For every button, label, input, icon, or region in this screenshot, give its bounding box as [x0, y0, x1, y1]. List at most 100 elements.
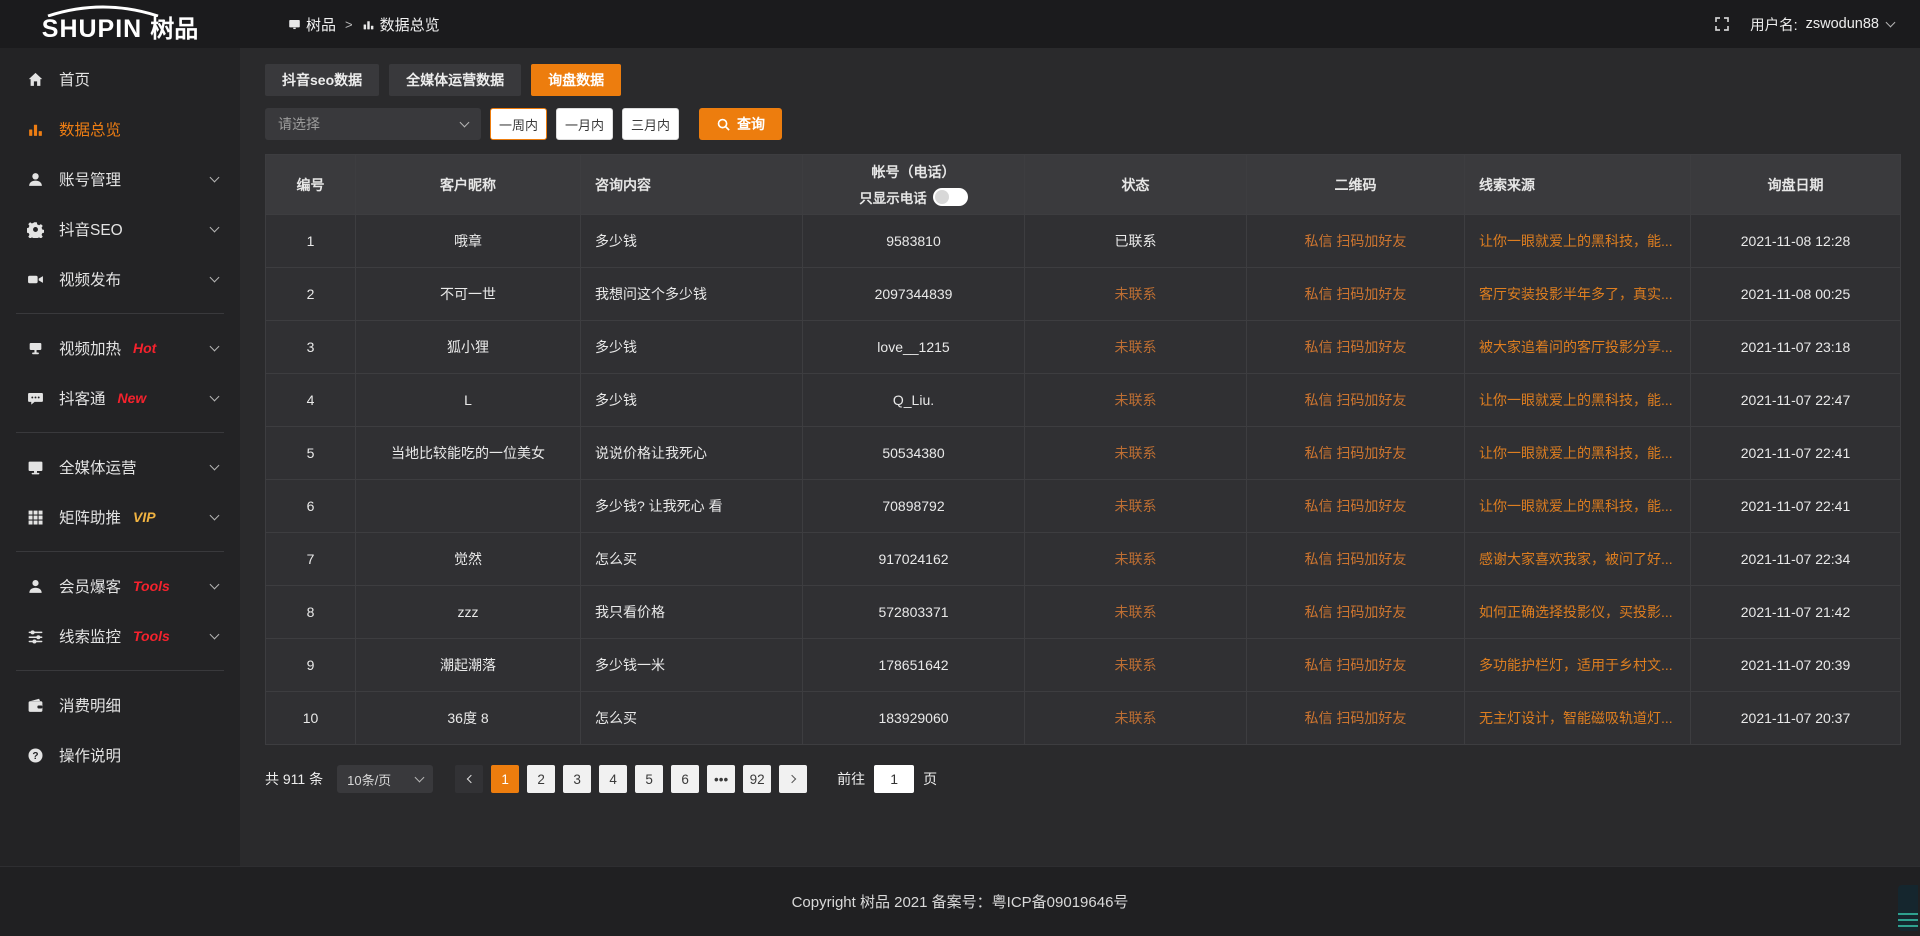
cell-qrcode-link[interactable]: 私信 扫码加好友 [1247, 480, 1465, 533]
cell-qrcode-link[interactable]: 私信 扫码加好友 [1247, 427, 1465, 480]
cell-qrcode-link[interactable]: 私信 扫码加好友 [1247, 215, 1465, 268]
sidebar-item-label: 会员爆客 [59, 575, 121, 597]
cell-source-link[interactable]: 让你一眼就爱上的黑科技，能... [1465, 374, 1691, 427]
cell-id: 10 [266, 692, 356, 745]
breadcrumb-separator: > [345, 17, 353, 32]
cell-nickname: 36度 8 [356, 692, 581, 745]
sidebar-item-consume-detail[interactable]: 消费明细 [0, 680, 240, 730]
page-button-1[interactable]: 1 [491, 765, 519, 793]
chevron-down-icon [210, 273, 220, 283]
total-count: 共 911 条 [265, 769, 323, 789]
range-button-0[interactable]: 一周内 [490, 108, 547, 140]
cell-qrcode-link[interactable]: 私信 扫码加好友 [1247, 639, 1465, 692]
page-button-3[interactable]: 3 [563, 765, 591, 793]
page-button-4[interactable]: 4 [599, 765, 627, 793]
sidebar-item-account-management[interactable]: 账号管理 [0, 154, 240, 204]
fullscreen-icon[interactable] [1714, 16, 1730, 32]
sidebar-item-douketong[interactable]: 抖客通New [0, 373, 240, 423]
page-button-5[interactable]: 5 [635, 765, 663, 793]
breadcrumb-root[interactable]: 树品 [288, 14, 336, 35]
sidebar-item-operation-guide[interactable]: ?操作说明 [0, 730, 240, 780]
query-button[interactable]: 查询 [699, 108, 782, 140]
table-row: 9潮起潮落多少钱一米178651642未联系私信 扫码加好友多功能护栏灯，适用于… [266, 639, 1901, 692]
sidebar-item-video-heat[interactable]: 视频加热Hot [0, 323, 240, 373]
cell-source-link[interactable]: 被大家追着问的客厅投影分享... [1465, 321, 1691, 374]
cell-content: 说说价格让我死心 [581, 427, 803, 480]
goto-page-input[interactable] [874, 765, 914, 793]
table-row: 3狐小狸多少钱love__1215未联系私信 扫码加好友被大家追着问的客厅投影分… [266, 321, 1901, 374]
cell-qrcode-link[interactable]: 私信 扫码加好友 [1247, 268, 1465, 321]
user-menu[interactable]: 用户名: zswodun88 [1750, 14, 1894, 35]
cell-source-link[interactable]: 客厅安装投影半年多了，真实... [1465, 268, 1691, 321]
account-select[interactable]: 请选择 [265, 108, 481, 140]
prev-page-button[interactable] [455, 765, 483, 793]
phone-only-toggle[interactable] [933, 188, 968, 206]
cell-source-link[interactable]: 无主灯设计，智能磁吸轨道灯... [1465, 692, 1691, 745]
tab-inquiry-data[interactable]: 询盘数据 [531, 64, 621, 96]
cell-id: 4 [266, 374, 356, 427]
cell-qrcode-link[interactable]: 私信 扫码加好友 [1247, 586, 1465, 639]
tab-media-operation-data[interactable]: 全媒体运营数据 [389, 64, 521, 96]
cell-source-link[interactable]: 多功能护栏灯，适用于乡村文... [1465, 639, 1691, 692]
sidebar-item-lead-monitor[interactable]: 线索监控Tools [0, 611, 240, 661]
sidebar-item-douyin-seo[interactable]: 抖音SEO [0, 204, 240, 254]
cell-content: 多少钱 [581, 321, 803, 374]
cell-nickname: L [356, 374, 581, 427]
customer-service-widget[interactable] [1898, 885, 1918, 931]
page-button-6[interactable]: 6 [671, 765, 699, 793]
cell-id: 5 [266, 427, 356, 480]
chevron-left-icon [466, 775, 474, 783]
chevron-down-icon [210, 461, 220, 471]
sidebar-item-data-overview[interactable]: 数据总览 [0, 104, 240, 154]
page-button-92[interactable]: 92 [743, 765, 771, 793]
cell-source-link[interactable]: 让你一眼就爱上的黑科技，能... [1465, 480, 1691, 533]
cell-source-link[interactable]: 如何正确选择投影仪，买投影... [1465, 586, 1691, 639]
cell-source-link[interactable]: 让你一眼就爱上的黑科技，能... [1465, 215, 1691, 268]
col-header-nickname: 客户昵称 [356, 155, 581, 215]
bar-chart-icon [27, 121, 44, 138]
cell-qrcode-link[interactable]: 私信 扫码加好友 [1247, 692, 1465, 745]
table-row: 4L多少钱Q_Liu.未联系私信 扫码加好友让你一眼就爱上的黑科技，能...20… [266, 374, 1901, 427]
breadcrumb-current[interactable]: 数据总览 [362, 14, 440, 35]
chevron-down-icon [210, 223, 220, 233]
page-buttons: 123456 ••• 92 [491, 765, 771, 793]
col-header-account: 帐号（电话） 只显示电话 [803, 155, 1025, 215]
sidebar-item-media-operation[interactable]: 全媒体运营 [0, 442, 240, 492]
goto-page-suffix: 页 [923, 769, 937, 789]
cell-source-link[interactable]: 让你一眼就爱上的黑科技，能... [1465, 427, 1691, 480]
cell-date: 2021-11-08 00:25 [1691, 268, 1901, 321]
sidebar-item-video-publish[interactable]: 视频发布 [0, 254, 240, 304]
sidebar-item-label: 矩阵助推 [59, 506, 121, 528]
member-icon [27, 578, 44, 595]
cell-account: 50534380 [803, 427, 1025, 480]
cell-status: 未联系 [1025, 639, 1247, 692]
page-size-select[interactable]: 10条/页 [337, 765, 433, 793]
page-button-2[interactable]: 2 [527, 765, 555, 793]
data-tabs: 抖音seo数据全媒体运营数据询盘数据 [265, 64, 1900, 96]
cell-qrcode-link[interactable]: 私信 扫码加好友 [1247, 321, 1465, 374]
cell-id: 8 [266, 586, 356, 639]
cell-date: 2021-11-07 21:42 [1691, 586, 1901, 639]
cell-qrcode-link[interactable]: 私信 扫码加好友 [1247, 374, 1465, 427]
gear-icon [27, 221, 44, 238]
sidebar-item-label: 全媒体运营 [59, 456, 137, 478]
range-button-1[interactable]: 一月内 [556, 108, 613, 140]
cell-nickname [356, 480, 581, 533]
sidebar-item-member-baoke[interactable]: 会员爆客Tools [0, 561, 240, 611]
cell-source-link[interactable]: 感谢大家喜欢我家，被问了好... [1465, 533, 1691, 586]
sidebar-item-matrix-boost[interactable]: 矩阵助推 VIP [0, 492, 240, 542]
select-placeholder: 请选择 [278, 114, 320, 134]
sidebar-item-badge: VIP [133, 509, 156, 525]
logo-arc [44, 5, 162, 17]
next-page-button[interactable] [779, 765, 807, 793]
tab-douyin-seo-data[interactable]: 抖音seo数据 [265, 64, 379, 96]
app-logo: SHUPIN 树品 [42, 7, 198, 42]
cell-account: 178651642 [803, 639, 1025, 692]
sidebar-divider [16, 313, 224, 314]
col-header-content: 咨询内容 [581, 155, 803, 215]
range-button-2[interactable]: 三月内 [622, 108, 679, 140]
screen-icon [288, 18, 301, 31]
cell-qrcode-link[interactable]: 私信 扫码加好友 [1247, 533, 1465, 586]
sidebar-item-home[interactable]: 首页 [0, 54, 240, 104]
page-ellipsis-button[interactable]: ••• [707, 765, 735, 793]
